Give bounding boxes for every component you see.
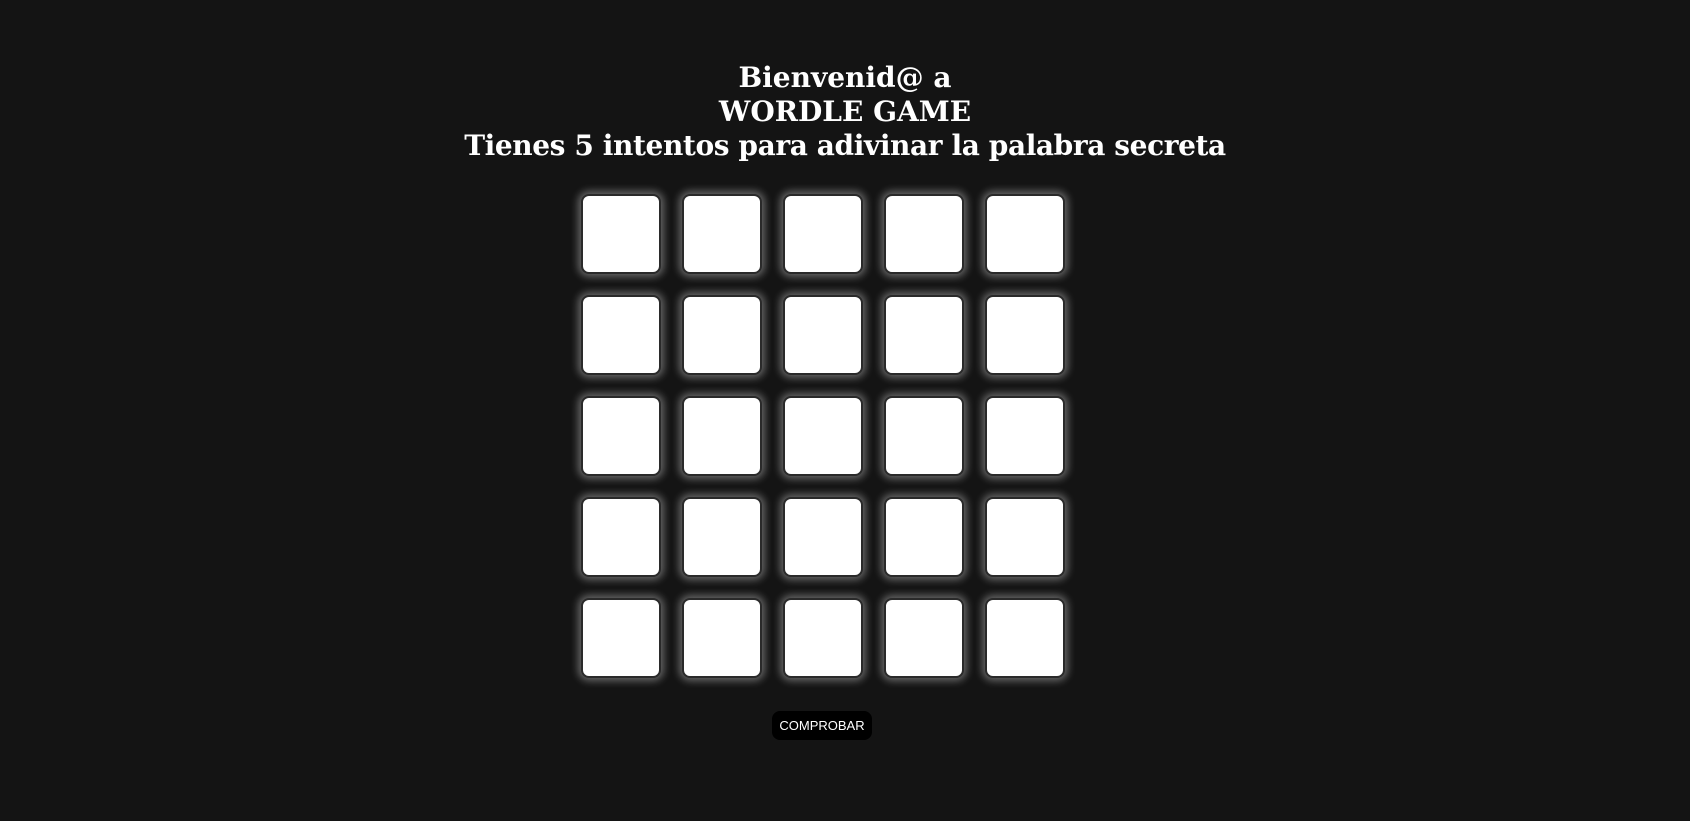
letter-cell[interactable] (581, 497, 661, 577)
letter-cell[interactable] (581, 194, 661, 274)
wordle-app: Bienvenid@ a WORDLE GAME Tienes 5 intent… (0, 0, 1690, 821)
game-title: WORDLE GAME (718, 95, 972, 128)
letter-cell[interactable] (985, 497, 1065, 577)
letter-cell[interactable] (682, 598, 762, 678)
letter-cell[interactable] (985, 396, 1065, 476)
letter-cell[interactable] (581, 598, 661, 678)
letter-cell[interactable] (783, 497, 863, 577)
letter-cell[interactable] (783, 194, 863, 274)
letter-cell[interactable] (783, 396, 863, 476)
letter-cell[interactable] (783, 295, 863, 375)
letter-cell[interactable] (884, 396, 964, 476)
letter-cell[interactable] (985, 194, 1065, 274)
letter-cell[interactable] (985, 598, 1065, 678)
letter-cell[interactable] (884, 497, 964, 577)
letter-cell[interactable] (682, 396, 762, 476)
instructions-heading: Tienes 5 intentos para adivinar la palab… (464, 129, 1226, 162)
check-button[interactable]: COMPROBAR (772, 711, 872, 740)
letter-cell[interactable] (581, 295, 661, 375)
letter-cell[interactable] (884, 598, 964, 678)
letter-cell[interactable] (682, 295, 762, 375)
letter-cell[interactable] (682, 194, 762, 274)
letter-cell[interactable] (581, 396, 661, 476)
letter-grid (581, 194, 1065, 678)
letter-cell[interactable] (985, 295, 1065, 375)
letter-cell[interactable] (783, 598, 863, 678)
letter-cell[interactable] (884, 194, 964, 274)
welcome-heading: Bienvenid@ a (738, 61, 952, 94)
letter-cell[interactable] (884, 295, 964, 375)
letter-cell[interactable] (682, 497, 762, 577)
